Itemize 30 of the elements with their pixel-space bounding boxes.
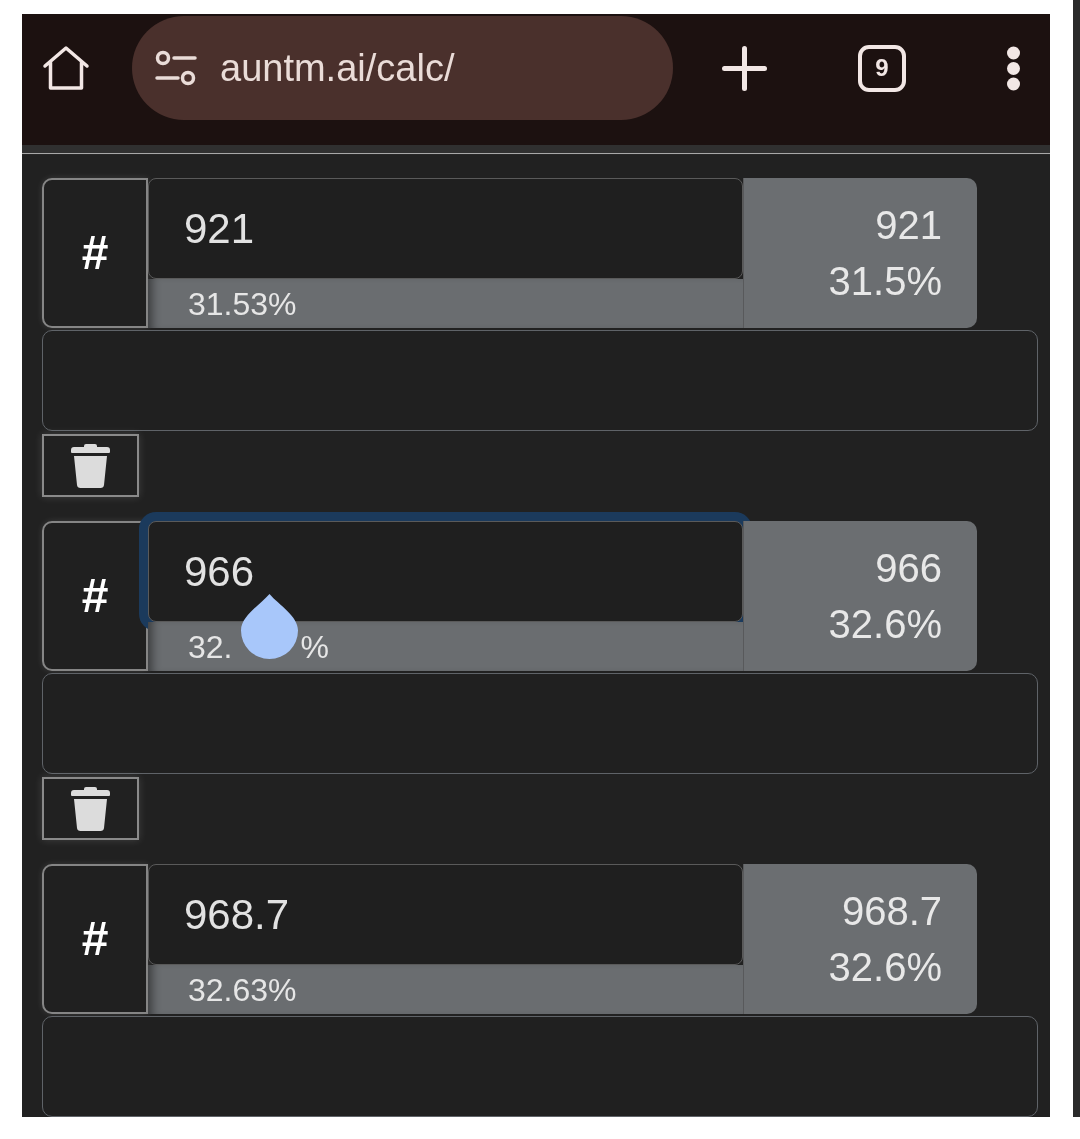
cursor-handle-icon[interactable] (241, 594, 299, 659)
address-bar[interactable]: auntm.ai/calc/ (132, 16, 673, 120)
result-percent: 32.6% (828, 601, 942, 648)
percent-text: 31.53% (188, 287, 297, 320)
hash-sign-tile: # (42, 864, 148, 1014)
result-percent: 32.6% (828, 944, 942, 991)
plus-icon[interactable] (722, 45, 767, 91)
tab-count-button[interactable]: 9 (858, 44, 906, 92)
hash-sign-tile: # (42, 178, 148, 328)
result-value: 968.7 (841, 888, 942, 935)
number-input[interactable]: 968.7 (148, 864, 743, 965)
number-input[interactable]: 921 (148, 178, 743, 279)
percent-sign: % (300, 630, 329, 663)
hash-sign-tile: # (42, 521, 148, 671)
result-percent: 31.5% (828, 258, 942, 305)
result-value: 966 (875, 545, 942, 592)
more-options-icon[interactable] (1005, 45, 1022, 91)
url-text: auntm.ai/calc/ (220, 49, 455, 87)
note-field[interactable] (42, 330, 1038, 431)
note-field[interactable] (42, 673, 1038, 774)
sliders-icon[interactable] (155, 50, 197, 86)
result-value: 921 (875, 202, 942, 249)
trash-icon (71, 786, 110, 831)
note-field[interactable] (42, 1016, 1038, 1117)
home-icon[interactable] (42, 45, 90, 91)
delete-button[interactable] (42, 777, 139, 840)
percent-text: 32.63% (188, 973, 297, 1006)
delete-button[interactable] (42, 434, 139, 497)
trash-icon (71, 443, 110, 488)
percent-text: 32. (188, 630, 233, 663)
